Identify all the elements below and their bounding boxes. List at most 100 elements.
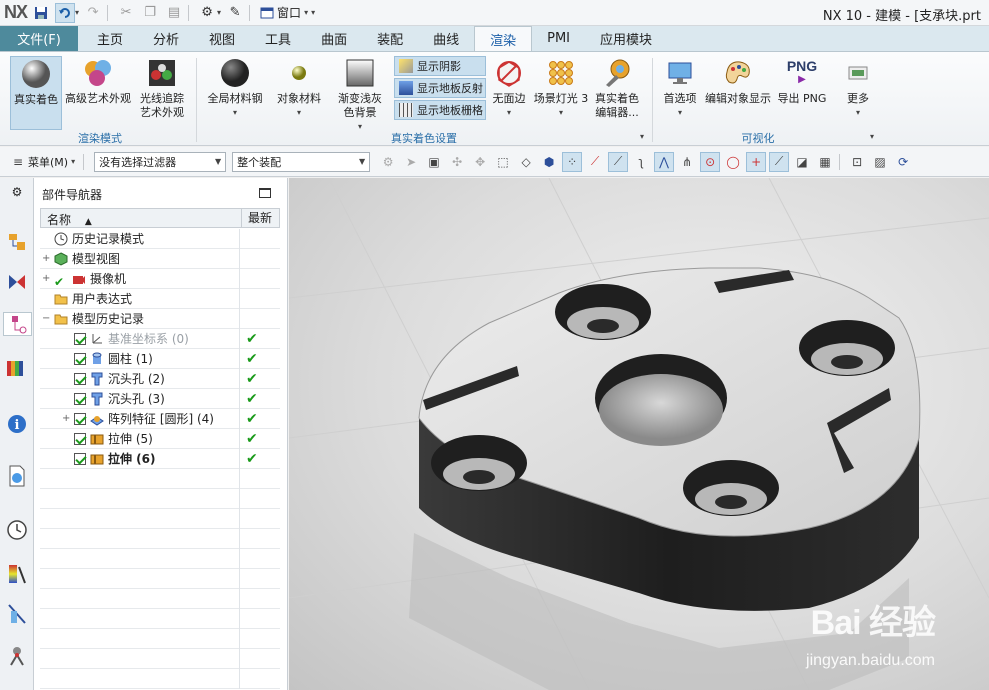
selection-scope-dropdown[interactable]: 整个装配 ▼ — [232, 151, 371, 172]
ray-trace-studio-button[interactable]: 光线追踪 艺术外观 — [134, 56, 190, 120]
intersection-icon[interactable]: ⋔ — [677, 152, 697, 172]
tree-row[interactable]: 沉头孔 (3) ✔ — [40, 389, 280, 409]
web-browser-icon[interactable] — [5, 464, 29, 488]
menu-button[interactable]: 菜单(M) — [28, 154, 68, 170]
system-visualization-icon[interactable] — [5, 562, 29, 586]
window-menu[interactable]: 窗口 ▾ ▾ — [260, 4, 315, 21]
graphics-viewport[interactable]: Bai 经验 jingyan.baidu.com — [289, 178, 989, 690]
refresh-icon[interactable]: ⟳ — [893, 152, 913, 172]
arc-center-icon[interactable]: ⊙ — [700, 151, 721, 172]
group-options-icon[interactable]: ▾ — [870, 132, 874, 141]
control-point-icon[interactable]: ⋀ — [654, 151, 675, 172]
copy-icon[interactable]: ❐ — [140, 3, 160, 23]
select-body-icon[interactable]: ⬢ — [539, 152, 559, 172]
preferences-button[interactable]: 首选项 ▾ — [658, 56, 702, 120]
true-shading-button[interactable]: 真实着色 — [10, 56, 62, 130]
undo-icon[interactable] — [55, 2, 76, 23]
role-icon[interactable] — [5, 602, 29, 626]
point-on-face-icon[interactable]: ◪ — [792, 152, 812, 172]
quadrant-icon[interactable]: ◯ — [723, 152, 743, 172]
visibility-checkbox[interactable] — [74, 333, 86, 345]
tree-row[interactable]: 圆柱 (1) ✔ — [40, 349, 280, 369]
tab-pmi[interactable]: PMI — [532, 26, 585, 51]
paste-icon[interactable]: ▤ — [164, 3, 184, 23]
file-menu-tab[interactable]: 文件(F) — [0, 26, 78, 51]
tab-surface[interactable]: 曲面 — [306, 26, 362, 51]
expand-icon[interactable]: + — [42, 249, 52, 269]
tab-home[interactable]: 主页 — [82, 26, 138, 51]
curve-point-icon[interactable]: ʅ — [631, 152, 651, 172]
no-face-edges-button[interactable]: 无面边 ▾ — [490, 56, 528, 120]
advanced-studio-button[interactable]: 高级艺术外观 — [64, 56, 132, 106]
tab-assembly[interactable]: 装配 — [362, 26, 418, 51]
view-icon[interactable]: ▨ — [870, 152, 890, 172]
tree-row[interactable]: + 阵列特征 [圆形] (4) ✔ — [40, 409, 280, 429]
grid-snap-icon[interactable]: ▦ — [815, 152, 835, 172]
export-png-button[interactable]: PNG ▶ 导出 PNG — [776, 56, 828, 106]
visibility-checkbox[interactable] — [74, 453, 86, 465]
tree-row[interactable]: 基准坐标系 (0) ✔ — [40, 329, 280, 349]
assembly-navigator-icon[interactable] — [5, 230, 29, 254]
touch-mode-icon[interactable]: ✎ — [225, 3, 245, 23]
visibility-checkbox[interactable] — [74, 393, 86, 405]
midpoint-icon[interactable]: ⟋ — [608, 151, 629, 172]
snap-point-icon[interactable]: ⁘ — [562, 151, 583, 172]
history-clock-icon[interactable] — [5, 518, 29, 542]
rectangle-select-icon[interactable]: ⬚ — [493, 152, 513, 172]
tree-row[interactable]: 拉伸 (6) ✔ — [40, 449, 280, 469]
column-header-latest[interactable]: 最新 — [241, 209, 272, 227]
visibility-checkbox[interactable] — [74, 373, 86, 385]
edit-object-display-button[interactable]: 编辑对象显示 — [704, 56, 772, 106]
customize-icon[interactable]: ▾ — [311, 8, 315, 17]
gear-icon[interactable]: ⚙ — [5, 180, 29, 204]
selection-filter-dropdown[interactable]: 没有选择过滤器 ▼ — [94, 151, 227, 172]
true-shading-editor-button[interactable]: 真实着色 编辑器... — [592, 56, 642, 120]
tab-applications[interactable]: 应用模块 — [585, 26, 667, 51]
undo-dropdown-icon[interactable]: ▾ — [75, 8, 79, 17]
tree-row[interactable]: 拉伸 (5) ✔ — [40, 429, 280, 449]
select-all-icon[interactable]: ▣ — [424, 152, 444, 172]
tab-tools[interactable]: 工具 — [250, 26, 306, 51]
visibility-checkbox[interactable] — [74, 433, 86, 445]
existing-point-icon[interactable]: + — [746, 151, 767, 172]
save-icon[interactable] — [31, 3, 51, 23]
select-face-icon[interactable]: ✥ — [470, 152, 490, 172]
endpoint-icon[interactable]: ⟋ — [585, 152, 605, 172]
tree-row[interactable]: 沉头孔 (2) ✔ — [40, 369, 280, 389]
repeat-command-icon[interactable]: ⚙ — [197, 3, 217, 23]
column-header-name[interactable]: 名称 ▲ — [47, 211, 92, 228]
tab-analysis[interactable]: 分析 — [138, 26, 194, 51]
deselect-icon[interactable]: ✣ — [447, 152, 467, 172]
repeat-dropdown-icon[interactable]: ▾ — [217, 8, 221, 17]
expand-icon[interactable]: + — [42, 269, 52, 289]
gradient-background-button[interactable]: 渐变浅灰 色背景 ▾ — [332, 56, 388, 134]
tree-row[interactable]: + ✔ 摄像机 — [40, 269, 280, 289]
info-icon[interactable]: i — [5, 412, 29, 436]
cut-icon[interactable]: ✂ — [116, 3, 136, 23]
tab-curve[interactable]: 曲线 — [418, 26, 474, 51]
part-navigator-icon[interactable] — [3, 312, 32, 336]
highlight-icon[interactable]: ➤ — [401, 152, 421, 172]
scene-light-button[interactable]: 场景灯光 3 ▾ — [532, 56, 590, 120]
tree-row[interactable]: − 模型历史记录 — [40, 309, 280, 329]
robot-tool-icon[interactable] — [5, 644, 29, 668]
more-button[interactable]: 更多 ▾ — [840, 56, 876, 120]
show-shadow-toggle[interactable]: 显示阴影 — [394, 56, 486, 76]
redo-icon[interactable]: ↷ — [83, 3, 103, 23]
expand-icon[interactable]: + — [62, 409, 72, 429]
collapse-icon[interactable]: − — [42, 309, 52, 329]
reuse-library-icon[interactable] — [5, 356, 29, 380]
object-material-button[interactable]: 对象材料 ▾ — [272, 56, 326, 120]
maximize-icon[interactable] — [259, 188, 271, 198]
visibility-checkbox[interactable] — [74, 413, 86, 425]
tree-row[interactable]: 用户表达式 — [40, 289, 280, 309]
visibility-checkbox[interactable] — [74, 353, 86, 365]
show-floor-reflection-toggle[interactable]: 显示地板反射 — [394, 78, 486, 98]
zoom-fit-icon[interactable]: ⊡ — [847, 152, 867, 172]
tree-row[interactable]: 历史记录模式 — [40, 229, 280, 249]
eraser-icon[interactable]: ◇ — [516, 152, 536, 172]
global-material-button[interactable]: 全局材料钢 ▾ — [204, 56, 266, 120]
tab-view[interactable]: 视图 — [194, 26, 250, 51]
show-floor-grid-toggle[interactable]: 显示地板栅格 — [394, 100, 486, 120]
constraint-navigator-icon[interactable] — [5, 270, 29, 294]
